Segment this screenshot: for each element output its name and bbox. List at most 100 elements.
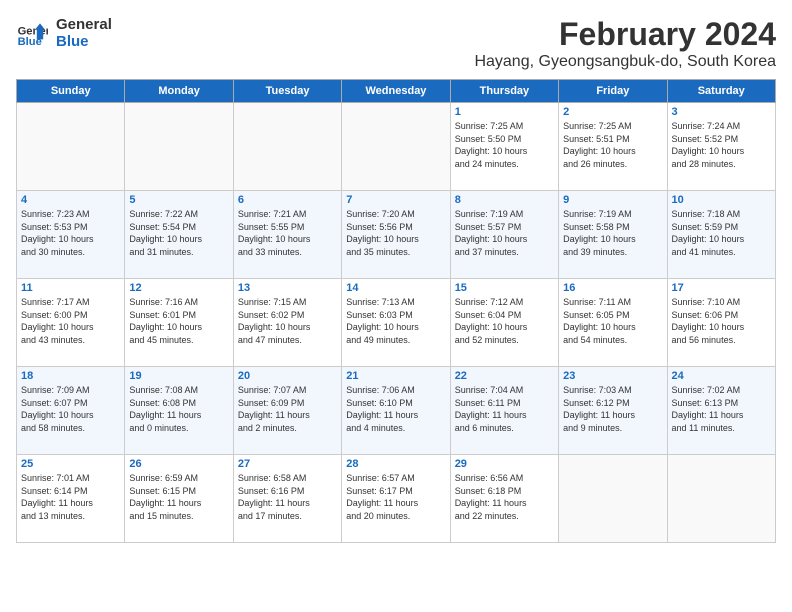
calendar-cell: 14 Sunrise: 7:13 AM Sunset: 6:03 PM Dayli… <box>342 279 450 367</box>
day-number: 28 <box>346 458 445 470</box>
day-number: 24 <box>672 370 771 382</box>
day-number: 15 <box>455 282 554 294</box>
calendar-cell <box>233 103 341 191</box>
calendar-cell: 6Sunrise: 7:21 AM Sunset: 5:55 PM Daylig… <box>233 191 341 279</box>
day-number: 7 <box>346 194 445 206</box>
day-number: 22 <box>455 370 554 382</box>
day-number: 4 <box>21 194 120 206</box>
day-number: 19 <box>129 370 228 382</box>
day-info: Sunrise: 7:16 AM Sunset: 6:01 PM Dayligh… <box>129 296 228 346</box>
day-number: 29 <box>455 458 554 470</box>
day-info: Sunrise: 7:11 AM Sunset: 6:05 PM Dayligh… <box>563 296 662 346</box>
day-number: 8 <box>455 194 554 206</box>
logo: General Blue General Blue <box>16 16 112 50</box>
day-info: Sunrise: 7:19 AM Sunset: 5:57 PM Dayligh… <box>455 208 554 258</box>
calendar-cell: 17 Sunrise: 7:10 AM Sunset: 6:06 PM Dayli… <box>667 279 775 367</box>
calendar-cell: 1Sunrise: 7:25 AM Sunset: 5:50 PM Daylig… <box>450 103 558 191</box>
logo-icon: General Blue <box>16 17 48 49</box>
calendar-cell: 28 Sunrise: 6:57 AM Sunset: 6:17 PM Dayli… <box>342 455 450 543</box>
calendar-cell: 21 Sunrise: 7:06 AM Sunset: 6:10 PM Dayli… <box>342 367 450 455</box>
day-info: Sunrise: 7:25 AM Sunset: 5:50 PM Dayligh… <box>455 120 554 170</box>
day-number: 14 <box>346 282 445 294</box>
calendar-cell <box>17 103 125 191</box>
day-info: Sunrise: 7:02 AM Sunset: 6:13 PM Dayligh… <box>672 384 771 434</box>
week-row-5: 25Sunrise: 7:01 AM Sunset: 6:14 PM Dayli… <box>17 455 776 543</box>
day-number: 18 <box>21 370 120 382</box>
day-info: Sunrise: 7:04 AM Sunset: 6:11 PM Dayligh… <box>455 384 554 434</box>
day-number: 10 <box>672 194 771 206</box>
calendar-cell: 8 Sunrise: 7:19 AM Sunset: 5:57 PM Daylig… <box>450 191 558 279</box>
day-info: Sunrise: 6:58 AM Sunset: 6:16 PM Dayligh… <box>238 472 337 522</box>
day-info: Sunrise: 7:17 AM Sunset: 6:00 PM Dayligh… <box>21 296 120 346</box>
month-title: February 2024 <box>474 16 776 53</box>
day-number: 27 <box>238 458 337 470</box>
day-number: 21 <box>346 370 445 382</box>
day-info: Sunrise: 7:13 AM Sunset: 6:03 PM Dayligh… <box>346 296 445 346</box>
calendar-cell: 5 Sunrise: 7:22 AM Sunset: 5:54 PM Daylig… <box>125 191 233 279</box>
day-number: 9 <box>563 194 662 206</box>
day-info: Sunrise: 7:07 AM Sunset: 6:09 PM Dayligh… <box>238 384 337 434</box>
day-number: 13 <box>238 282 337 294</box>
calendar-cell: 3 Sunrise: 7:24 AM Sunset: 5:52 PM Daylig… <box>667 103 775 191</box>
weekday-header-thursday: Thursday <box>450 80 558 103</box>
week-row-4: 18 Sunrise: 7:09 AM Sunset: 6:07 PM Dayli… <box>17 367 776 455</box>
day-info: Sunrise: 6:59 AM Sunset: 6:15 PM Dayligh… <box>129 472 228 522</box>
logo-general: General <box>56 16 112 33</box>
day-info: Sunrise: 7:06 AM Sunset: 6:10 PM Dayligh… <box>346 384 445 434</box>
day-number: 12 <box>129 282 228 294</box>
day-info: Sunrise: 6:57 AM Sunset: 6:17 PM Dayligh… <box>346 472 445 522</box>
page-header: General Blue General Blue February 2024 … <box>16 16 776 71</box>
day-info: Sunrise: 7:19 AM Sunset: 5:58 PM Dayligh… <box>563 208 662 258</box>
day-info: Sunrise: 7:08 AM Sunset: 6:08 PM Dayligh… <box>129 384 228 434</box>
calendar-cell: 7 Sunrise: 7:20 AM Sunset: 5:56 PM Daylig… <box>342 191 450 279</box>
calendar-cell: 19 Sunrise: 7:08 AM Sunset: 6:08 PM Dayli… <box>125 367 233 455</box>
day-info: Sunrise: 7:03 AM Sunset: 6:12 PM Dayligh… <box>563 384 662 434</box>
day-number: 3 <box>672 106 771 118</box>
day-info: Sunrise: 7:24 AM Sunset: 5:52 PM Dayligh… <box>672 120 771 170</box>
calendar-cell: 22 Sunrise: 7:04 AM Sunset: 6:11 PM Dayli… <box>450 367 558 455</box>
day-info: Sunrise: 7:23 AM Sunset: 5:53 PM Dayligh… <box>21 208 120 258</box>
week-row-1: 1Sunrise: 7:25 AM Sunset: 5:50 PM Daylig… <box>17 103 776 191</box>
day-info: Sunrise: 7:01 AM Sunset: 6:14 PM Dayligh… <box>21 472 120 522</box>
calendar-cell <box>125 103 233 191</box>
day-number: 16 <box>563 282 662 294</box>
logo-blue: Blue <box>56 33 112 50</box>
day-number: 5 <box>129 194 228 206</box>
calendar-table: SundayMondayTuesdayWednesdayThursdayFrid… <box>16 79 776 543</box>
day-info: Sunrise: 7:22 AM Sunset: 5:54 PM Dayligh… <box>129 208 228 258</box>
day-number: 11 <box>21 282 120 294</box>
calendar-cell: 29Sunrise: 6:56 AM Sunset: 6:18 PM Dayli… <box>450 455 558 543</box>
week-row-3: 11 Sunrise: 7:17 AM Sunset: 6:00 PM Dayli… <box>17 279 776 367</box>
weekday-header-monday: Monday <box>125 80 233 103</box>
weekday-header-wednesday: Wednesday <box>342 80 450 103</box>
calendar-cell <box>342 103 450 191</box>
weekday-header-friday: Friday <box>559 80 667 103</box>
weekday-header-row: SundayMondayTuesdayWednesdayThursdayFrid… <box>17 80 776 103</box>
day-number: 26 <box>129 458 228 470</box>
calendar-cell: 25Sunrise: 7:01 AM Sunset: 6:14 PM Dayli… <box>17 455 125 543</box>
calendar-cell: 24 Sunrise: 7:02 AM Sunset: 6:13 PM Dayli… <box>667 367 775 455</box>
weekday-header-tuesday: Tuesday <box>233 80 341 103</box>
day-info: Sunrise: 7:25 AM Sunset: 5:51 PM Dayligh… <box>563 120 662 170</box>
day-number: 17 <box>672 282 771 294</box>
calendar-cell: 12 Sunrise: 7:16 AM Sunset: 6:01 PM Dayli… <box>125 279 233 367</box>
calendar-cell <box>559 455 667 543</box>
calendar-cell: 2Sunrise: 7:25 AM Sunset: 5:51 PM Daylig… <box>559 103 667 191</box>
calendar-cell: 23 Sunrise: 7:03 AM Sunset: 6:12 PM Dayli… <box>559 367 667 455</box>
day-info: Sunrise: 7:15 AM Sunset: 6:02 PM Dayligh… <box>238 296 337 346</box>
day-number: 6 <box>238 194 337 206</box>
calendar-cell: 9 Sunrise: 7:19 AM Sunset: 5:58 PM Daylig… <box>559 191 667 279</box>
day-info: Sunrise: 7:10 AM Sunset: 6:06 PM Dayligh… <box>672 296 771 346</box>
calendar-cell: 10 Sunrise: 7:18 AM Sunset: 5:59 PM Dayli… <box>667 191 775 279</box>
calendar-cell: 27 Sunrise: 6:58 AM Sunset: 6:16 PM Dayli… <box>233 455 341 543</box>
day-info: Sunrise: 7:18 AM Sunset: 5:59 PM Dayligh… <box>672 208 771 258</box>
calendar-cell: 4 Sunrise: 7:23 AM Sunset: 5:53 PM Daylig… <box>17 191 125 279</box>
day-number: 23 <box>563 370 662 382</box>
calendar-cell: 11 Sunrise: 7:17 AM Sunset: 6:00 PM Dayli… <box>17 279 125 367</box>
day-info: Sunrise: 7:20 AM Sunset: 5:56 PM Dayligh… <box>346 208 445 258</box>
day-number: 20 <box>238 370 337 382</box>
title-area: February 2024 Hayang, Gyeongsangbuk-do, … <box>474 16 776 71</box>
day-info: Sunrise: 7:12 AM Sunset: 6:04 PM Dayligh… <box>455 296 554 346</box>
day-info: Sunrise: 7:09 AM Sunset: 6:07 PM Dayligh… <box>21 384 120 434</box>
week-row-2: 4 Sunrise: 7:23 AM Sunset: 5:53 PM Daylig… <box>17 191 776 279</box>
